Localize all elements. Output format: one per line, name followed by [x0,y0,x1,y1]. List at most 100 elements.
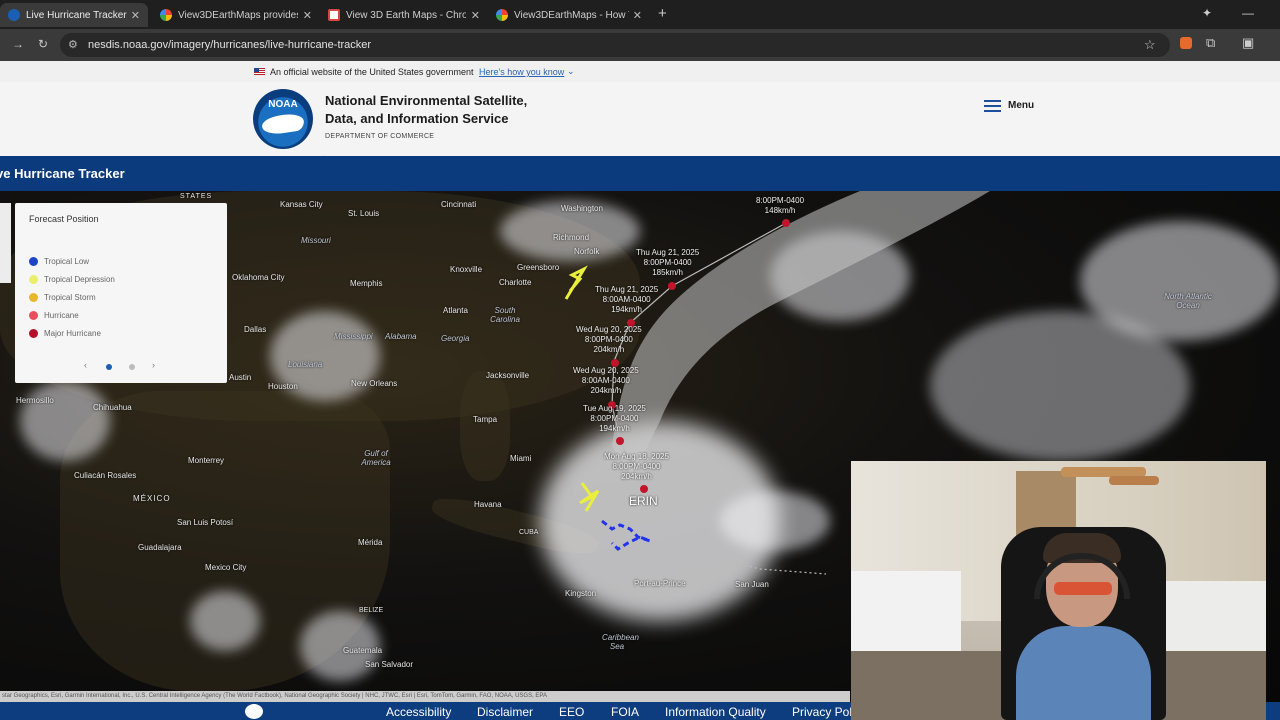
legend-item: Major Hurricane [29,329,101,338]
map-label: Tampa [473,415,498,424]
noaa-footer-logo-icon[interactable] [245,704,263,719]
tab-close-icon[interactable]: ✕ [629,9,642,22]
page-title-bar: ve Hurricane Tracker [0,156,1280,191]
tab-view-3d-earth-maps-chrome[interactable]: View 3D Earth Maps - Chrome ✕ [320,3,488,27]
noaa-logo[interactable]: NOAA [253,89,313,149]
map-label: New Orleans [351,379,398,388]
tab-view3dearthmaps-how-to[interactable]: View3DEarthMaps - How To Us ✕ [488,3,650,27]
map-label: Caribbean Sea [602,633,639,651]
minimize-window-icon[interactable]: — [1242,6,1254,20]
forward-arrow-icon[interactable]: → [12,37,24,51]
advisory-time: 8:00PM-0400 [643,258,692,267]
map-label: Cincinnati [441,200,477,209]
advisory-label: Thu Aug 21, 2025 8:00PM-0400 185km/h [636,248,699,278]
advisory-time: 8:00PM-0400 [590,414,639,423]
footer-link-information-quality[interactable]: Information Quality [665,705,766,719]
advisory-label: Tue Aug 19, 2025 8:00PM-0400 194km/h [583,404,646,434]
tab-view3dearthmaps-provides[interactable]: View3DEarthMaps provides yo ✕ [152,3,320,27]
footer-link-disclaimer[interactable]: Disclaimer [477,705,533,719]
advisory-label: Mon Aug 18, 2025 8:00PM-0400 204km/h [604,452,669,482]
advisory-time: 8:00AM-0400 [602,295,651,304]
major-hurricane-dot-icon [29,329,38,338]
map-label: San Juan [735,580,769,589]
tab-label: View3DEarthMaps - How To Us [514,9,629,21]
sunglasses-icon [1054,582,1112,595]
tab-close-icon[interactable]: ✕ [467,9,480,22]
site-header: NOAA National Environmental Satellite, D… [0,82,1280,172]
legend-title: Forecast Position [29,214,99,224]
tab-close-icon[interactable]: ✕ [127,9,140,22]
map-label: Havana [474,500,502,509]
legend-label: Tropical Depression [44,275,115,284]
yellow-warning-line [579,482,600,512]
map-label: St. Louis [348,209,380,218]
legend-page-dot[interactable] [129,364,135,370]
advisory-speed: 148km/h [764,206,796,215]
footer-link-eeo[interactable]: EEO [559,705,584,719]
advisory-speed: 185km/h [652,268,683,277]
map-label: Gulf of America [361,449,391,467]
storm-position-point[interactable] [640,485,648,493]
map-label: Dallas [244,325,267,334]
map-label: BELIZE [359,607,384,614]
webcam-person-torso [1016,626,1151,720]
department-name: DEPARTMENT OF COMMERCE [325,133,435,140]
google-favicon-icon [496,9,508,21]
map-label: Richmond [553,233,590,242]
map-label: North Atlantic Ocean [1164,292,1212,310]
menu-button[interactable]: Menu [1008,100,1034,111]
address-bar[interactable]: ⚙ nesdis.noaa.gov/imagery/hurricanes/liv… [60,33,1170,57]
storm-position-point[interactable] [668,282,676,290]
tab-label: View 3D Earth Maps - Chrome [346,9,466,21]
map-label: Guatemala [343,646,383,655]
map-label: Charlotte [499,278,532,287]
extension-icon[interactable] [1180,37,1192,49]
google-favicon-icon [160,9,172,21]
footer-link-foia[interactable]: FOIA [611,705,639,719]
map-label: Kingston [565,589,597,598]
legend-prev-button[interactable]: ‹ [84,360,87,370]
reload-icon[interactable]: ↻ [38,37,48,51]
bookmark-star-icon[interactable]: ☆ [1144,37,1156,53]
legend-next-button[interactable]: › [152,360,155,370]
map-tools-strip[interactable] [0,203,11,283]
heres-how-you-know-link[interactable]: Here's how you know [479,67,564,77]
advisory-date: Wed Aug 20, 2025 [573,366,639,375]
side-panel-icon[interactable]: ▣ [1242,35,1254,51]
legend-label: Tropical Storm [44,293,96,302]
legend-label: Major Hurricane [44,329,101,338]
map-label: Port-au-Prince [634,579,686,588]
new-tab-button[interactable]: + [658,5,667,22]
advisory-time: 8:00PM-0400 [584,335,633,344]
tab-live-hurricane-tracker[interactable]: Live Hurricane Tracker | NESDIS ✕ [0,3,148,27]
org-name-line1[interactable]: National Environmental Satellite, [325,93,527,108]
webcam-sofa [851,571,961,651]
storm-position-point[interactable] [616,437,624,445]
map-label: Washington [561,204,603,213]
tropical-low-dot-icon [29,257,38,266]
advisory-date: Wed Aug 20, 2025 [576,325,642,334]
tab-close-icon[interactable]: ✕ [299,9,312,22]
footer-link-privacy-policy[interactable]: Privacy Pol [792,705,852,719]
browser-tab-strip: Live Hurricane Tracker | NESDIS ✕ View3D… [0,0,1280,29]
page-title: ve Hurricane Tracker [0,166,125,181]
noaa-favicon-icon [8,9,20,21]
url-text[interactable]: nesdis.noaa.gov/imagery/hurricanes/live-… [88,39,371,51]
gov-banner-text: An official website of the United States… [270,67,474,77]
advisory-speed: 204km/h [621,472,652,481]
map-label: Jacksonville [486,371,530,380]
map-label: STATES [180,193,213,200]
extensions-puzzle-icon[interactable]: ⧉ [1206,35,1215,51]
site-info-icon[interactable]: ⚙ [68,38,78,51]
chevron-down-icon[interactable]: ⌄ [567,66,575,77]
hamburger-menu-icon[interactable] [984,100,1001,112]
gemini-sparkle-icon[interactable]: ✦ [1202,6,1212,20]
map-label: CUBA [519,529,539,536]
map-label: Louisiana [288,360,323,369]
advisory-label: 8:00PM-0400 148km/h [756,196,804,216]
org-name-line2[interactable]: Data, and Information Service [325,111,509,126]
legend-page-dot-active[interactable] [106,364,112,370]
footer-link-accessibility[interactable]: Accessibility [386,705,451,719]
webcam-overlay [851,461,1266,720]
storm-position-point[interactable] [782,219,790,227]
